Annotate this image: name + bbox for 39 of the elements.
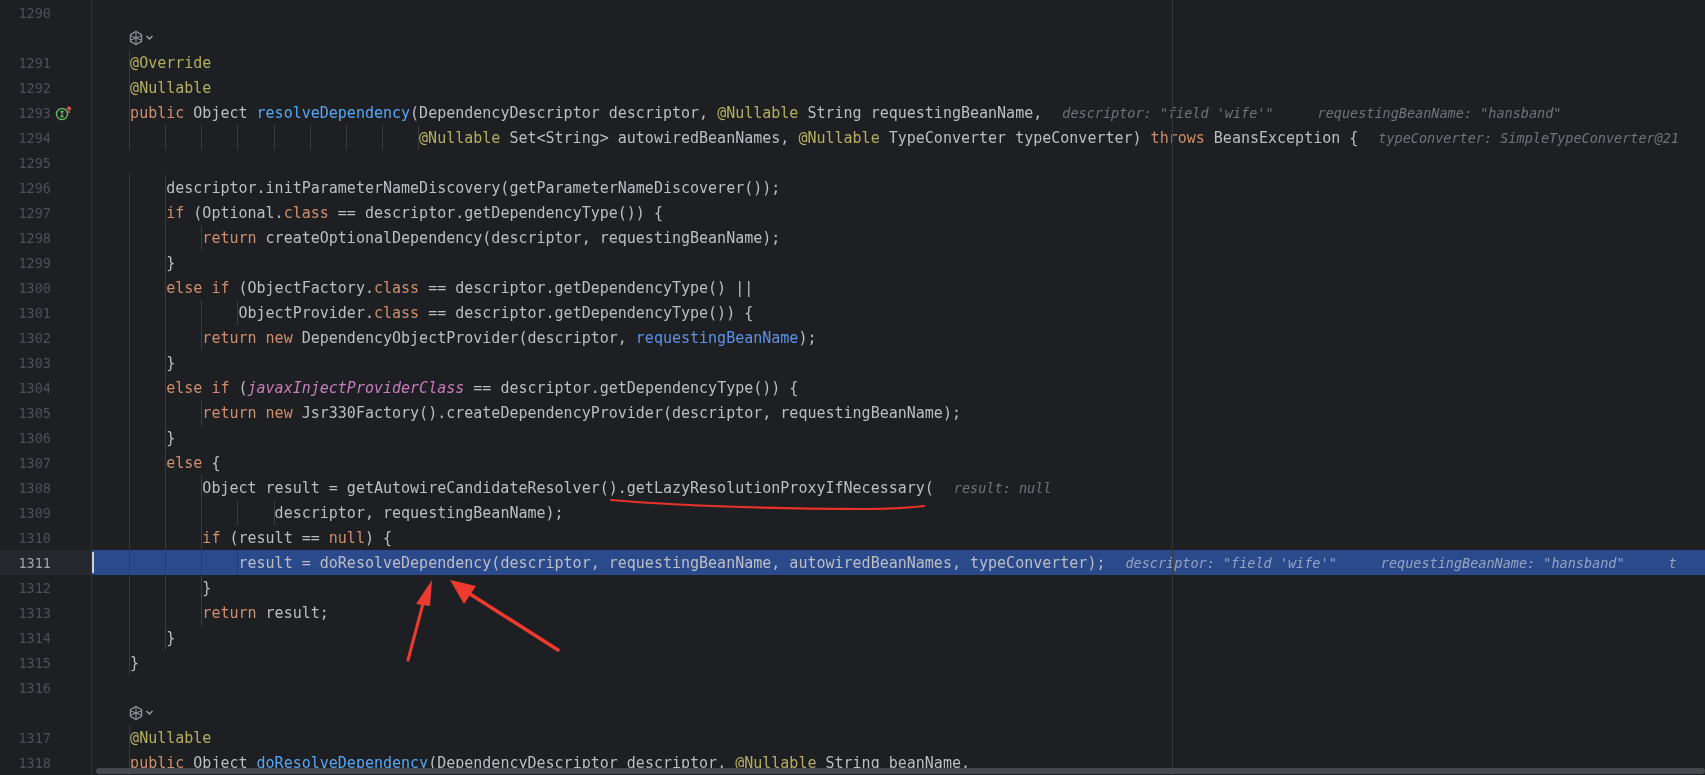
code-line: }: [202, 578, 212, 597]
scrollbar[interactable]: [96, 768, 1705, 774]
code-line: return createOptionalDependency(descriptor, requestingBeanName);: [202, 228, 781, 247]
code-line: return result;: [202, 603, 329, 622]
chevron-down-icon[interactable]: [145, 708, 154, 717]
chevron-down-icon[interactable]: [145, 33, 154, 42]
code-line: descriptor.initParameterNameDiscovery(getParameterNameDiscoverer());: [166, 178, 781, 197]
inlay-hint: descriptor: "field 'wife'": [1062, 104, 1274, 121]
code-line: ObjectProvider.class == descriptor.getDependencyType()) {: [238, 303, 754, 322]
text-cursor: [92, 552, 94, 573]
code-line: }: [166, 628, 176, 647]
code-line: return new Jsr330Factory().createDependencyProvider(descriptor, requestingBeanName);: [202, 403, 961, 422]
code-line: Object result = getAutowireCandidateResolver().getLazyResolutionProxyIfNecessary(: [202, 478, 934, 497]
inlay-hint: t: [1668, 554, 1677, 571]
code-line: }: [166, 253, 176, 272]
code-line: @Nullable: [130, 78, 212, 97]
inlay-hint: requestingBeanName: "hansband": [1380, 554, 1625, 571]
code-line: public Object resolveDependency(DependencyDescriptor descriptor, @Nullable String requestingBeanName,: [130, 103, 1043, 122]
code-line: return new DependencyObjectProvider(descriptor, requestingBeanName);: [202, 328, 817, 347]
code-line: }: [166, 428, 176, 447]
inlay-hint: result: null: [953, 479, 1052, 496]
code-line: public Object doResolveDependency(DependencyDescriptor descriptor, @Nullable String beanName,: [130, 753, 970, 772]
code-line: result = doResolveDependency(descriptor, requestingBeanName, autowiredBeanNames, typeConverter);: [238, 553, 1106, 572]
code-line: @Nullable: [130, 728, 212, 747]
code-line: }: [166, 353, 176, 372]
code-line: else if (javaxInjectProviderClass == descriptor.getDependencyType()) {: [166, 378, 799, 397]
code-line: if (Optional.class == descriptor.getDependencyType()) {: [166, 203, 663, 222]
code-line: else if (ObjectFactory.class == descriptor.getDependencyType() ||: [166, 278, 754, 297]
code-line: @Override: [130, 53, 212, 72]
inlay-hint: typeConverter: SimpleTypeConverter@21: [1378, 129, 1680, 146]
line-number: 1311: [17, 554, 51, 571]
inlay-hint: requestingBeanName: "hansband": [1317, 104, 1562, 121]
code-line: descriptor, requestingBeanName);: [274, 503, 564, 522]
implements-marker-icon[interactable]: [55, 104, 73, 121]
code-line: if (result == null) {: [202, 528, 392, 547]
code-vision-icon[interactable]: [128, 704, 144, 721]
code-line: }: [130, 653, 140, 672]
code-vision-icon[interactable]: [128, 29, 144, 46]
code-line: else {: [166, 453, 221, 472]
